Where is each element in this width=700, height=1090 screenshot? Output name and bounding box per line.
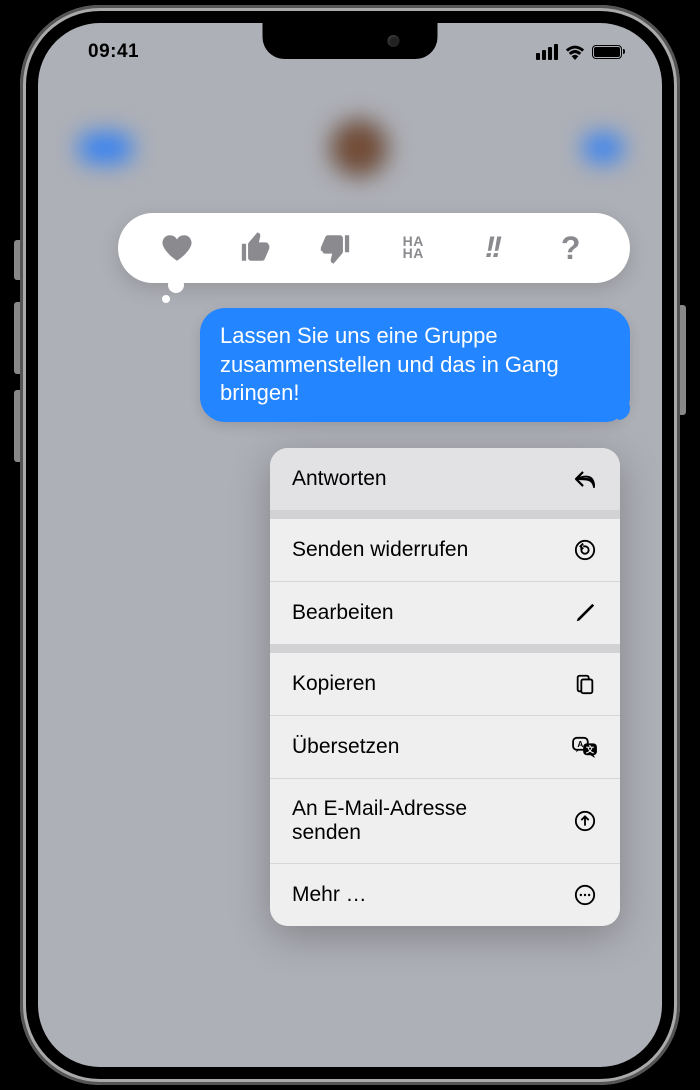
screen: 09:41 <box>38 23 662 1067</box>
tapback-exclamation-icon[interactable]: !! <box>470 228 514 268</box>
contact-avatar-blurred <box>331 120 387 176</box>
menu-copy[interactable]: Kopieren <box>270 653 620 715</box>
context-menu: Antworten Senden widerrufen Bearbeiten <box>270 448 620 926</box>
svg-text:文: 文 <box>586 745 595 755</box>
power-button <box>680 305 686 415</box>
phone-frame: 09:41 <box>20 5 680 1085</box>
menu-reply[interactable]: Antworten <box>270 448 620 510</box>
back-button-blurred <box>78 133 133 163</box>
undo-send-icon <box>572 537 598 563</box>
mute-switch <box>14 240 20 280</box>
menu-undo-send-label: Senden widerrufen <box>292 538 572 562</box>
volume-down-button <box>14 390 20 462</box>
message-text: Lassen Sie uns eine Gruppe zusammenstell… <box>220 323 559 405</box>
edit-icon <box>572 600 598 626</box>
notch <box>263 23 438 59</box>
tapback-heart-icon[interactable] <box>155 228 199 268</box>
menu-reply-label: Antworten <box>292 467 572 491</box>
menu-copy-label: Kopieren <box>292 672 572 696</box>
menu-send-email-label: An E-Mail-Adresse senden <box>292 797 492 845</box>
menu-undo-send[interactable]: Senden widerrufen <box>270 519 620 581</box>
copy-icon <box>572 671 598 697</box>
menu-send-email[interactable]: An E-Mail-Adresse senden <box>270 778 620 863</box>
bubble-tail <box>618 404 638 424</box>
tapback-question-icon[interactable]: ? <box>549 228 593 268</box>
tapback-thumbs-up-icon[interactable] <box>234 228 278 268</box>
volume-up-button <box>14 302 20 374</box>
more-icon <box>572 882 598 908</box>
menu-translate-label: Übersetzen <box>292 735 572 759</box>
svg-text:A: A <box>577 740 583 749</box>
battery-icon <box>592 45 622 59</box>
translate-icon: A文 <box>572 734 598 760</box>
menu-edit-label: Bearbeiten <box>292 601 572 625</box>
reply-icon <box>572 466 598 492</box>
tapback-haha-icon[interactable]: HA HA <box>391 228 435 268</box>
status-time: 09:41 <box>88 41 139 63</box>
tapback-bar: HA HA !! ? <box>118 213 630 283</box>
menu-edit[interactable]: Bearbeiten <box>270 581 620 644</box>
tapback-thumbs-down-icon[interactable] <box>313 228 357 268</box>
share-up-icon <box>572 808 598 834</box>
cellular-signal-icon <box>536 44 558 60</box>
wifi-icon <box>565 45 585 60</box>
menu-more[interactable]: Mehr … <box>270 863 620 926</box>
facetime-button-blurred <box>584 134 622 162</box>
message-bubble-outgoing[interactable]: Lassen Sie uns eine Gruppe zusammenstell… <box>200 308 630 422</box>
menu-more-label: Mehr … <box>292 883 572 907</box>
menu-translate[interactable]: Übersetzen A文 <box>270 715 620 778</box>
